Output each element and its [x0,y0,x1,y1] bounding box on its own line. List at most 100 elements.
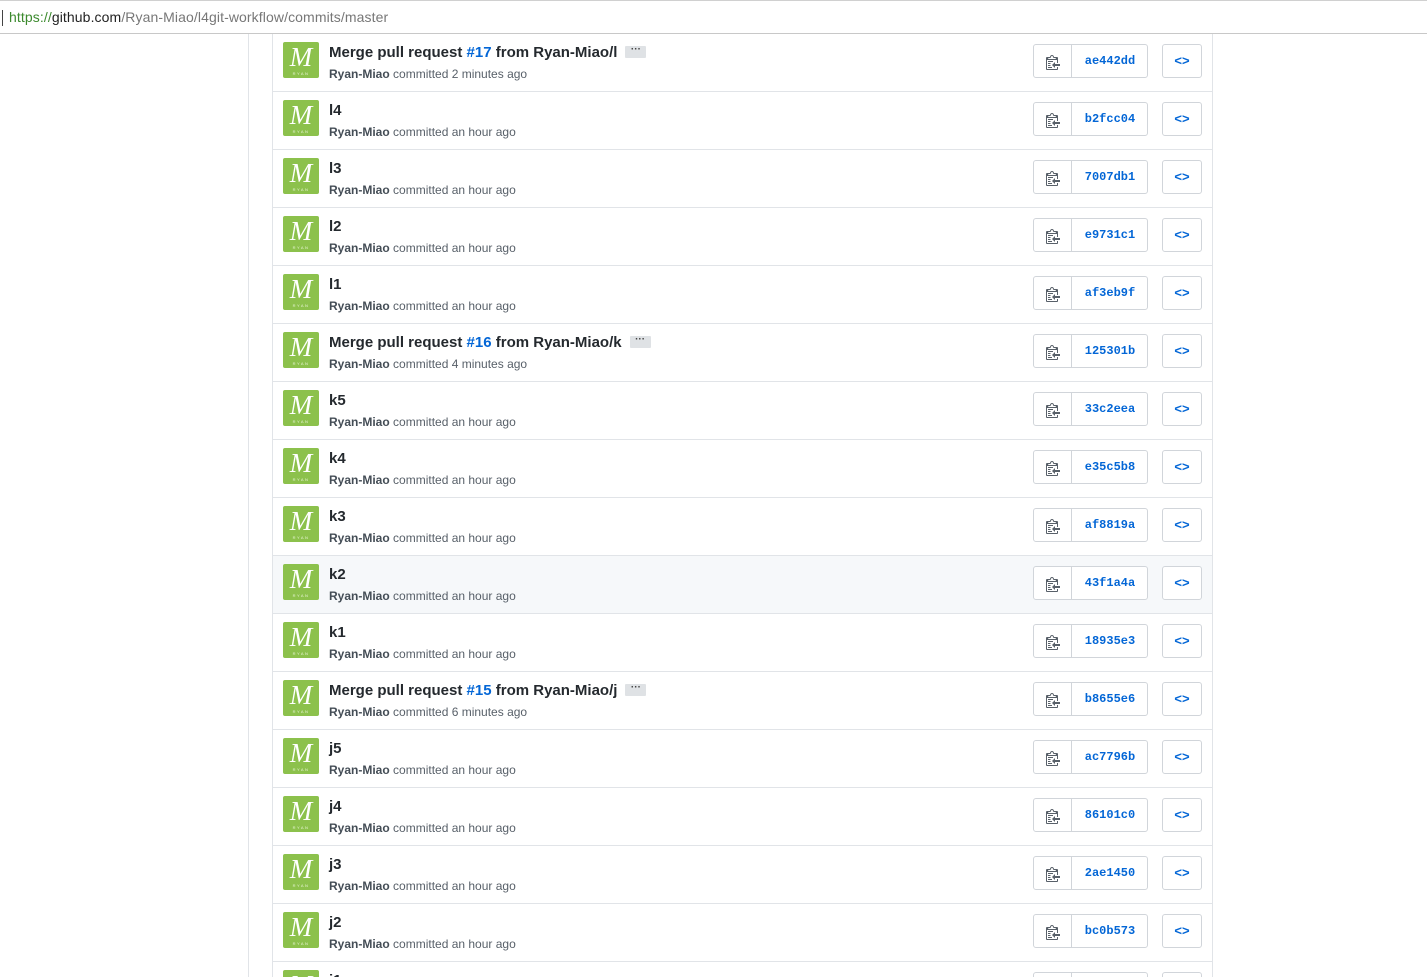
copy-sha-button[interactable] [1034,625,1072,657]
avatar[interactable]: MRYAN [283,390,319,426]
author-link[interactable]: Ryan-Miao [329,763,390,777]
commit-title-link[interactable]: l4 [329,102,342,119]
commit-sha-link[interactable]: 18935e3 [1072,625,1148,657]
commit-sha-link[interactable]: ae442dd [1072,45,1148,77]
author-link[interactable]: Ryan-Miao [329,473,390,487]
avatar[interactable]: MRYAN [283,738,319,774]
commit-sha-link[interactable]: bc0b573 [1072,915,1148,947]
commit-title-link[interactable]: l3 [329,160,342,177]
pull-request-link[interactable]: #17 [467,44,492,61]
author-link[interactable]: Ryan-Miao [329,183,390,197]
commit-sha-link[interactable]: 43f1a4a [1072,567,1148,599]
ellipsis-button[interactable]: ··· [625,44,647,58]
commit-title-link[interactable]: l2 [329,218,342,235]
author-link[interactable]: Ryan-Miao [329,299,390,313]
copy-sha-button[interactable] [1034,741,1072,773]
browse-repo-button[interactable]: <> [1162,160,1202,194]
avatar[interactable]: MRYAN [283,970,319,977]
commit-title-link[interactable]: k4 [329,450,346,467]
author-link[interactable]: Ryan-Miao [329,589,390,603]
copy-sha-button[interactable] [1034,799,1072,831]
browse-repo-button[interactable]: <> [1162,276,1202,310]
browse-repo-button[interactable]: <> [1162,44,1202,78]
commit-title-link[interactable]: Merge pull request #15 from Ryan-Miao/j ·… [329,682,647,699]
commit-sha-link[interactable] [1072,973,1148,977]
avatar[interactable]: MRYAN [283,796,319,832]
browse-repo-button[interactable]: <> [1162,914,1202,948]
browse-repo-button[interactable]: <> [1162,740,1202,774]
author-link[interactable]: Ryan-Miao [329,647,390,661]
ellipsis-button[interactable]: ··· [625,682,647,696]
url-text[interactable]: https://github.com/Ryan-Miao/l4git-workf… [9,9,388,25]
avatar[interactable]: MRYAN [283,506,319,542]
copy-sha-button[interactable] [1034,335,1072,367]
copy-sha-button[interactable] [1034,683,1072,715]
commit-title-link[interactable]: Merge pull request #16 from Ryan-Miao/k ·… [329,334,651,351]
commit-title-link[interactable]: j3 [329,856,342,873]
copy-sha-button[interactable] [1034,915,1072,947]
avatar[interactable]: MRYAN [283,448,319,484]
copy-sha-button[interactable] [1034,103,1072,135]
browse-repo-button[interactable]: <> [1162,392,1202,426]
author-link[interactable]: Ryan-Miao [329,821,390,835]
avatar[interactable]: MRYAN [283,854,319,890]
avatar[interactable]: MRYAN [283,216,319,252]
browse-repo-button[interactable]: <> [1162,450,1202,484]
browse-repo-button[interactable]: <> [1162,856,1202,890]
avatar[interactable]: MRYAN [283,100,319,136]
commit-title-link[interactable]: k2 [329,566,346,583]
address-bar[interactable]: https://github.com/Ryan-Miao/l4git-workf… [0,0,1427,34]
author-link[interactable]: Ryan-Miao [329,937,390,951]
browse-repo-button[interactable]: <> [1162,508,1202,542]
commit-sha-link[interactable]: af3eb9f [1072,277,1148,309]
commit-title-link[interactable]: l1 [329,276,342,293]
browse-repo-button[interactable]: <> [1162,624,1202,658]
commit-sha-link[interactable]: 86101c0 [1072,799,1148,831]
copy-sha-button[interactable] [1034,219,1072,251]
avatar[interactable]: MRYAN [283,332,319,368]
copy-sha-button[interactable] [1034,973,1072,977]
author-link[interactable]: Ryan-Miao [329,879,390,893]
browse-repo-button[interactable]: <> [1162,102,1202,136]
author-link[interactable]: Ryan-Miao [329,67,390,81]
commit-sha-link[interactable]: e9731c1 [1072,219,1148,251]
copy-sha-button[interactable] [1034,45,1072,77]
avatar[interactable]: MRYAN [283,680,319,716]
browse-repo-button[interactable]: <> [1162,682,1202,716]
commit-title-link[interactable]: j5 [329,740,342,757]
copy-sha-button[interactable] [1034,393,1072,425]
commit-sha-link[interactable]: b2fcc04 [1072,103,1148,135]
commit-sha-link[interactable]: 125301b [1072,335,1148,367]
author-link[interactable]: Ryan-Miao [329,531,390,545]
commit-sha-link[interactable]: e35c5b8 [1072,451,1148,483]
avatar[interactable]: MRYAN [283,42,319,78]
commit-sha-link[interactable]: ac7796b [1072,741,1148,773]
commit-sha-link[interactable]: b8655e6 [1072,683,1148,715]
commit-title-link[interactable]: j4 [329,798,342,815]
copy-sha-button[interactable] [1034,161,1072,193]
copy-sha-button[interactable] [1034,451,1072,483]
author-link[interactable]: Ryan-Miao [329,125,390,139]
commit-title-link[interactable]: j2 [329,914,342,931]
commit-title-link[interactable]: k1 [329,624,346,641]
copy-sha-button[interactable] [1034,567,1072,599]
browse-repo-button[interactable]: <> [1162,566,1202,600]
ellipsis-button[interactable]: ··· [629,334,651,348]
commit-title-link[interactable]: j1 [329,972,342,977]
avatar[interactable]: MRYAN [283,158,319,194]
avatar[interactable]: MRYAN [283,912,319,948]
commit-sha-link[interactable]: af8819a [1072,509,1148,541]
commit-title-link[interactable]: k3 [329,508,346,525]
commit-sha-link[interactable]: 33c2eea [1072,393,1148,425]
avatar[interactable]: MRYAN [283,564,319,600]
browse-repo-button[interactable]: <> [1162,334,1202,368]
avatar[interactable]: MRYAN [283,274,319,310]
copy-sha-button[interactable] [1034,509,1072,541]
copy-sha-button[interactable] [1034,857,1072,889]
commit-sha-link[interactable]: 2ae1450 [1072,857,1148,889]
author-link[interactable]: Ryan-Miao [329,357,390,371]
avatar[interactable]: MRYAN [283,622,319,658]
commit-title-link[interactable]: k5 [329,392,346,409]
commit-title-link[interactable]: Merge pull request #17 from Ryan-Miao/l ·… [329,44,647,61]
browse-repo-button[interactable]: <> [1162,218,1202,252]
